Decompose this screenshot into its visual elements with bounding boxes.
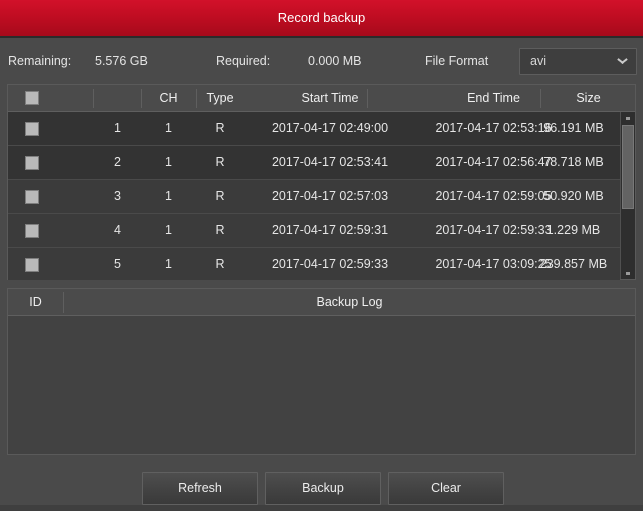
row-checkbox[interactable] bbox=[25, 224, 39, 238]
required-label: Required: bbox=[216, 54, 271, 68]
row-select-cell[interactable] bbox=[8, 146, 94, 179]
cell-ch: 1 bbox=[165, 257, 172, 271]
table-row[interactable]: 4 1 R 2017-04-17 02:59:31 2017-04-17 02:59:3… bbox=[8, 214, 620, 248]
backup-button[interactable]: Backup bbox=[265, 472, 381, 505]
column-divider bbox=[93, 89, 94, 108]
cell-index: 4 bbox=[114, 223, 121, 237]
dialog-title: Record backup bbox=[277, 10, 366, 25]
cell-size: 78.718 MB bbox=[543, 155, 604, 169]
row-checkbox[interactable] bbox=[25, 190, 39, 204]
cell-size: 50.920 MB bbox=[543, 189, 604, 203]
cell-ch: 1 bbox=[165, 155, 172, 169]
scrollbar-thumb[interactable] bbox=[622, 125, 634, 209]
cell-type: R bbox=[215, 223, 225, 237]
remaining-label: Remaining: bbox=[8, 54, 72, 68]
cell-start-time: 2017-04-17 02:57:03 bbox=[271, 189, 389, 203]
log-column-header-log: Backup Log bbox=[316, 295, 383, 309]
scroll-down-arrow-icon[interactable] bbox=[621, 267, 635, 279]
clear-button[interactable]: Clear bbox=[388, 472, 504, 505]
column-divider bbox=[63, 292, 64, 313]
record-list-table: CH Type Start Time End Time Size 1 1 R 2017… bbox=[7, 84, 636, 280]
refresh-button[interactable]: Refresh bbox=[142, 472, 258, 505]
backup-log-header: ID Backup Log bbox=[8, 289, 635, 316]
cell-size: 1.229 MB bbox=[546, 223, 601, 237]
record-table-body: 1 1 R 2017-04-17 02:49:00 2017-04-17 02:53:1… bbox=[8, 112, 620, 280]
column-divider bbox=[367, 89, 368, 108]
required-value: 0.000 MB bbox=[308, 54, 362, 68]
cell-type: R bbox=[215, 121, 225, 135]
cell-index: 3 bbox=[114, 189, 121, 203]
cell-start-time: 2017-04-17 02:59:31 bbox=[271, 223, 389, 237]
row-select-cell[interactable] bbox=[8, 248, 94, 280]
window-bottom-edge bbox=[0, 505, 643, 511]
column-header-ch[interactable]: CH bbox=[141, 85, 196, 112]
cell-ch: 1 bbox=[165, 189, 172, 203]
backup-log-body bbox=[8, 316, 635, 454]
column-divider bbox=[141, 89, 142, 108]
table-row[interactable]: 2 1 R 2017-04-17 02:53:41 2017-04-17 02:56:4… bbox=[8, 146, 620, 180]
table-row[interactable]: 5 1 R 2017-04-17 02:59:33 2017-04-17 03:09:2… bbox=[8, 248, 620, 280]
file-format-selected-value: avi bbox=[530, 54, 546, 68]
cell-index: 2 bbox=[114, 155, 121, 169]
cell-start-time: 2017-04-17 02:53:41 bbox=[271, 155, 389, 169]
scroll-up-arrow-icon[interactable] bbox=[621, 112, 635, 124]
row-checkbox[interactable] bbox=[25, 258, 39, 272]
dialog-titlebar: Record backup bbox=[0, 0, 643, 38]
file-format-select[interactable]: avi bbox=[519, 48, 637, 75]
cell-index: 1 bbox=[114, 121, 121, 135]
cell-type: R bbox=[215, 155, 225, 169]
record-backup-dialog: Record backup Remaining: 5.576 GB Requir… bbox=[0, 0, 643, 511]
column-divider bbox=[540, 89, 541, 108]
row-select-cell[interactable] bbox=[8, 112, 94, 145]
cell-size: 96.191 MB bbox=[543, 121, 604, 135]
column-header-size[interactable]: Size bbox=[542, 85, 635, 112]
table-row[interactable]: 1 1 R 2017-04-17 02:49:00 2017-04-17 02:53:1… bbox=[8, 112, 620, 146]
select-all-checkbox[interactable] bbox=[25, 91, 39, 105]
cell-ch: 1 bbox=[165, 223, 172, 237]
record-table-scrollbar[interactable] bbox=[620, 112, 635, 279]
backup-log-panel: ID Backup Log bbox=[7, 288, 636, 455]
cell-start-time: 2017-04-17 02:59:33 bbox=[271, 257, 389, 271]
column-header-start-time[interactable]: Start Time bbox=[244, 85, 416, 112]
remaining-value: 5.576 GB bbox=[95, 54, 148, 68]
row-select-cell[interactable] bbox=[8, 214, 94, 247]
log-column-header-id: ID bbox=[29, 295, 42, 309]
row-checkbox[interactable] bbox=[25, 122, 39, 136]
table-row[interactable]: 3 1 R 2017-04-17 02:57:03 2017-04-17 02:59:0… bbox=[8, 180, 620, 214]
cell-ch: 1 bbox=[165, 121, 172, 135]
file-format-label: File Format bbox=[425, 54, 489, 68]
cell-index: 5 bbox=[114, 257, 121, 271]
cell-start-time: 2017-04-17 02:49:00 bbox=[271, 121, 389, 135]
column-header-type[interactable]: Type bbox=[196, 85, 244, 112]
row-checkbox[interactable] bbox=[25, 156, 39, 170]
cell-type: R bbox=[215, 189, 225, 203]
cell-size: 239.857 MB bbox=[539, 257, 608, 271]
column-divider bbox=[196, 89, 197, 108]
record-table-header: CH Type Start Time End Time Size bbox=[8, 85, 635, 112]
cell-type: R bbox=[215, 257, 225, 271]
row-select-cell[interactable] bbox=[8, 180, 94, 213]
chevron-down-icon bbox=[618, 58, 627, 63]
